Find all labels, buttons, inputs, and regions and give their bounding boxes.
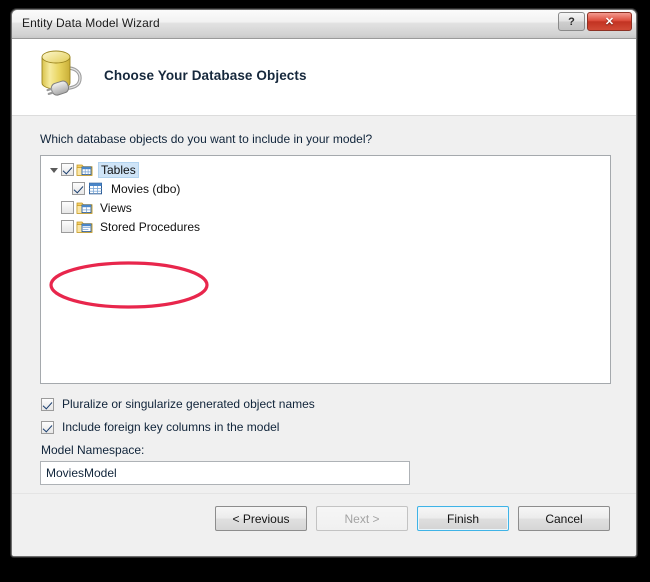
entity-data-model-wizard-dialog: Entity Data Model Wizard ? ✕ Choose Your… xyxy=(11,9,637,557)
checkbox-stored-procedures[interactable] xyxy=(61,220,74,233)
titlebar: Entity Data Model Wizard ? ✕ xyxy=(12,10,636,39)
option-label-foreign-keys: Include foreign key columns in the model xyxy=(62,420,280,434)
next-button: Next > xyxy=(316,506,408,531)
database-objects-tree[interactable]: Tables Movies (dbo) Views Stored Procedu… xyxy=(40,155,611,384)
help-button[interactable]: ? xyxy=(558,12,585,31)
tree-node-label-tables[interactable]: Tables xyxy=(98,161,139,178)
option-label-pluralize: Pluralize or singularize generated objec… xyxy=(62,397,315,411)
tree-node-views[interactable]: Views xyxy=(41,198,610,217)
checkbox-foreign-keys[interactable] xyxy=(41,420,54,434)
model-namespace-input[interactable] xyxy=(40,461,410,485)
checkbox-pluralize[interactable] xyxy=(41,397,54,411)
expander-triangle-icon[interactable] xyxy=(47,160,61,179)
database-plug-icon xyxy=(34,45,96,107)
checkbox-views[interactable] xyxy=(61,201,74,214)
tree-node-stored-procedures[interactable]: Stored Procedures xyxy=(41,217,610,236)
option-pluralize[interactable]: Pluralize or singularize generated objec… xyxy=(41,397,315,411)
prompt-text: Which database objects do you want to in… xyxy=(40,132,373,146)
close-button[interactable]: ✕ xyxy=(587,12,632,31)
tree-node-label-movies[interactable]: Movies (dbo) xyxy=(109,182,182,196)
cancel-button[interactable]: Cancel xyxy=(518,506,610,531)
window-controls: ? ✕ xyxy=(558,12,632,31)
tree-node-label-stored-procedures[interactable]: Stored Procedures xyxy=(98,220,202,234)
dialog-footer: < Previous Next > Finish Cancel xyxy=(12,493,636,556)
previous-button[interactable]: < Previous xyxy=(215,506,307,531)
finish-button[interactable]: Finish xyxy=(417,506,509,531)
wizard-header: Choose Your Database Objects xyxy=(12,39,636,116)
checkbox-tables[interactable] xyxy=(61,163,74,176)
stored-procedures-folder-icon xyxy=(76,219,93,234)
checkbox-movies[interactable] xyxy=(72,182,85,195)
tree-node-movies[interactable]: Movies (dbo) xyxy=(41,179,610,198)
wizard-button-row: < Previous Next > Finish Cancel xyxy=(215,506,610,531)
option-foreign-keys[interactable]: Include foreign key columns in the model xyxy=(41,420,279,434)
dialog-body: Which database objects do you want to in… xyxy=(12,116,636,493)
tree-node-label-views[interactable]: Views xyxy=(98,201,134,215)
tables-folder-icon xyxy=(76,162,93,177)
views-folder-icon xyxy=(76,200,93,215)
tree-node-tables[interactable]: Tables xyxy=(41,160,610,179)
expander-placeholder-stored-procedures xyxy=(47,217,61,236)
expander-placeholder-views xyxy=(47,198,61,217)
window-title: Entity Data Model Wizard xyxy=(22,16,160,30)
page-title: Choose Your Database Objects xyxy=(104,68,307,83)
table-grid-icon xyxy=(87,181,104,196)
model-namespace-label: Model Namespace: xyxy=(41,443,145,457)
